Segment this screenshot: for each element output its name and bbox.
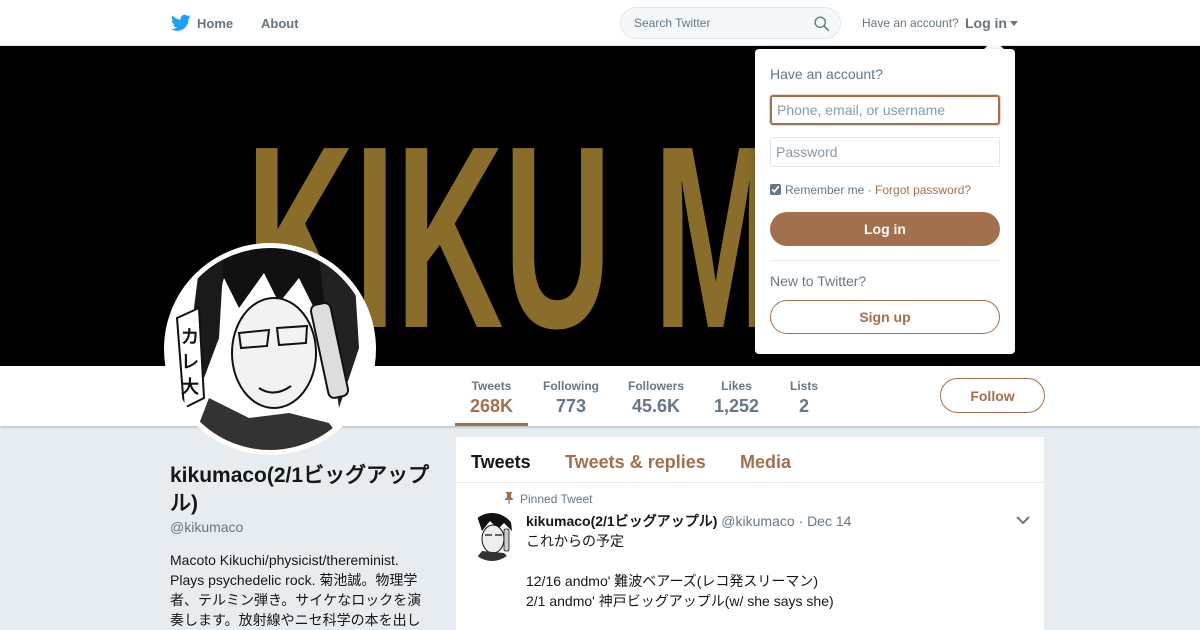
tweet-text: これからの予定 12/16 andmo' 難波ベアーズ(レコ発スリーマン) 2/… xyxy=(526,531,834,611)
timeline: Tweets Tweets & replies Media Pinned Twe… xyxy=(456,437,1044,630)
login-dropdown-toggle[interactable]: Log in xyxy=(965,15,1018,31)
search-icon[interactable] xyxy=(813,15,830,32)
stat-label: Lists xyxy=(790,379,819,393)
tweet-avatar-illustration xyxy=(468,513,516,561)
tweet-header: kikumaco(2/1ビッグアップル) @kikumaco · Dec 14 xyxy=(526,511,851,531)
remember-separator: · xyxy=(867,183,872,197)
follow-button[interactable]: Follow xyxy=(940,378,1045,413)
pin-icon xyxy=(505,492,513,504)
nav-home-link[interactable]: Home xyxy=(197,16,233,31)
tweet-line xyxy=(526,551,834,571)
tweet-avatar[interactable] xyxy=(468,513,516,561)
remember-row: Remember me · Forgot password? xyxy=(770,183,971,197)
stat-value: 268K xyxy=(470,396,514,416)
tweet-date[interactable]: Dec 14 xyxy=(807,513,851,529)
login-dropdown: Have an account? Remember me · Forgot pa… xyxy=(755,49,1015,354)
stat-value: 1,252 xyxy=(714,396,760,416)
username-field[interactable] xyxy=(770,95,1000,125)
active-stat-underline xyxy=(455,423,528,426)
bio-line: Macoto Kikuchi/physicist/thereminist. xyxy=(170,552,399,568)
nav-about-link[interactable]: About xyxy=(261,16,299,31)
search-placeholder: Search Twitter xyxy=(634,16,711,30)
tweet-author-name[interactable]: kikumaco(2/1ビッグアップル) xyxy=(526,513,717,529)
svg-text:大: 大 xyxy=(181,376,199,398)
tweet-author-handle[interactable]: @kikumaco xyxy=(721,513,794,529)
login-button[interactable]: Log in xyxy=(770,212,1000,246)
new-to-twitter-label: New to Twitter? xyxy=(770,273,867,289)
have-account-label: Have an account? xyxy=(862,16,959,30)
tab-tweets-replies[interactable]: Tweets & replies xyxy=(565,452,706,473)
tab-tweets[interactable]: Tweets xyxy=(471,452,531,473)
search-input[interactable]: Search Twitter xyxy=(620,7,841,39)
bio-line: Plays psychedelic rock. 菊池誠。物理学 xyxy=(170,572,418,588)
chevron-down-icon[interactable] xyxy=(1016,515,1030,525)
dropdown-title: Have an account? xyxy=(770,66,883,82)
stat-value: 773 xyxy=(555,396,587,416)
remember-me-checkbox[interactable] xyxy=(770,184,781,195)
profile-bio: Macoto Kikuchi/physicist/thereminist. Pl… xyxy=(170,550,432,630)
stat-label: Likes xyxy=(721,379,752,393)
stat-following[interactable]: Following 773 xyxy=(543,379,599,417)
profile-handle[interactable]: @kikumaco xyxy=(170,519,243,535)
bio-line: 者、テルミン弾き。サイケなロックを演 xyxy=(170,592,422,608)
remember-me-label[interactable]: Remember me xyxy=(785,183,864,197)
pinned-tweet-context: Pinned Tweet xyxy=(504,492,593,506)
password-field[interactable] xyxy=(770,137,1000,167)
stat-likes[interactable]: Likes 1,252 xyxy=(714,379,759,417)
profile-avatar[interactable]: カ レ 大 xyxy=(164,243,376,455)
top-navigation-bar: Home About Search Twitter Have an accoun… xyxy=(0,0,1200,46)
tab-media[interactable]: Media xyxy=(740,452,791,473)
forgot-password-link[interactable]: Forgot password? xyxy=(875,183,971,197)
avatar-illustration: カ レ 大 xyxy=(169,248,371,450)
login-link-label: Log in xyxy=(965,15,1007,31)
profile-name[interactable]: kikumaco(2/1ビッグアップル) xyxy=(170,462,440,518)
twitter-bird-icon[interactable] xyxy=(171,14,191,32)
tweet-line: 2/1 andmo' 神戸ビッグアップル(w/ she says she) xyxy=(526,593,834,609)
pinned-label: Pinned Tweet xyxy=(520,492,593,506)
signup-button[interactable]: Sign up xyxy=(770,300,1000,334)
tweet-line: これからの予定 xyxy=(526,533,624,549)
stat-label: Tweets xyxy=(471,379,512,393)
tweet-header-separator: · xyxy=(798,513,804,529)
dropdown-divider xyxy=(770,260,1000,261)
tweet-line: 12/16 andmo' 難波ベアーズ(レコ発スリーマン) xyxy=(526,573,819,589)
stat-value: 2 xyxy=(799,396,810,416)
svg-text:レ: レ xyxy=(181,352,199,373)
stat-followers[interactable]: Followers 45.6K xyxy=(628,379,684,417)
stat-label: Following xyxy=(543,379,599,393)
bio-line: 奏します。放射線やニセ科学の本を出し xyxy=(170,612,421,628)
svg-text:カ: カ xyxy=(181,327,199,348)
caret-down-icon xyxy=(1010,21,1018,26)
stat-label: Followers xyxy=(628,379,685,393)
stat-tweets[interactable]: Tweets 268K xyxy=(470,379,513,417)
stat-value: 45.6K xyxy=(631,396,681,416)
stat-lists[interactable]: Lists 2 xyxy=(790,379,818,417)
timeline-tabs: Tweets Tweets & replies Media xyxy=(456,437,1044,483)
